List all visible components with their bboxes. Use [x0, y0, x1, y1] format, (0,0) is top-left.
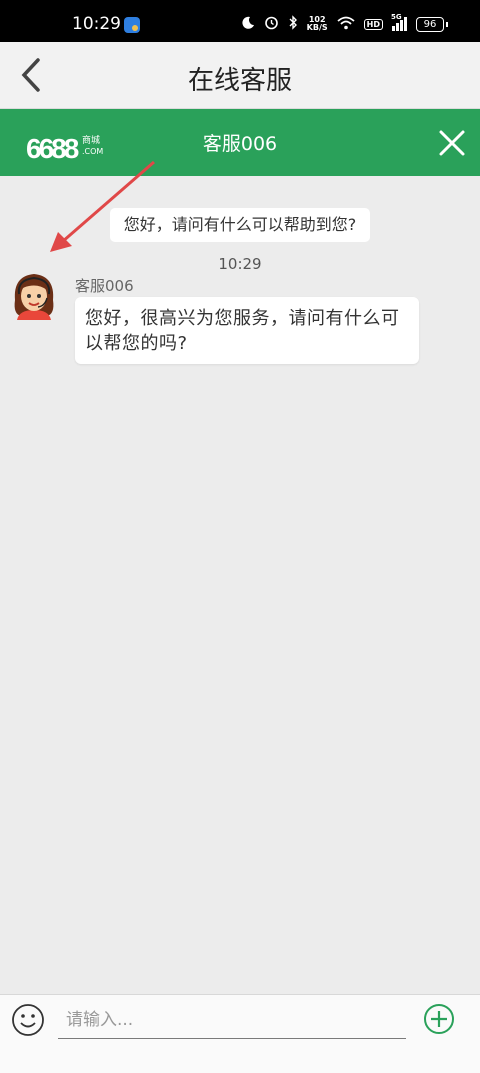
- hd-badge: HD: [363, 18, 383, 30]
- status-time: 10:29: [72, 14, 121, 34]
- system-message: 您好，请问有什么可以帮助到您?: [110, 208, 370, 242]
- agent-avatar[interactable]: [11, 270, 57, 320]
- page-title: 在线客服: [187, 66, 292, 96]
- smiley-icon: [12, 1004, 44, 1036]
- bluetooth-icon: [288, 15, 298, 33]
- title-bar: 在线客服: [0, 42, 480, 109]
- plus-circle-icon: [424, 1004, 454, 1034]
- message-input[interactable]: [58, 1001, 406, 1039]
- agent-bar: 6688 商城 .COM 客服006: [0, 109, 480, 176]
- status-bar: 10:29 102 KB/S HD 5G 96: [0, 0, 480, 42]
- close-button[interactable]: [438, 129, 466, 157]
- network-speed: 102 KB/S: [307, 16, 328, 32]
- status-icons: 102 KB/S HD 5G 96: [241, 13, 448, 34]
- signal-icon: 5G: [391, 13, 407, 31]
- add-button[interactable]: [423, 1003, 455, 1035]
- message-bubble: 您好，很高兴为您服务，请问有什么可以帮您的吗?: [75, 297, 419, 364]
- network-speed-unit: KB/S: [306, 23, 328, 32]
- alarm-icon: [264, 15, 279, 33]
- message-text: 您好，很高兴为您服务，请问有什么可以帮您的吗?: [85, 308, 400, 354]
- sender-name: 客服006: [75, 277, 134, 295]
- signal-label: 5G: [391, 13, 402, 21]
- moon-icon: [241, 16, 255, 33]
- battery-icon: 96: [416, 16, 448, 32]
- message-timestamp: 10:29: [218, 255, 262, 273]
- emoji-button[interactable]: [11, 1003, 45, 1037]
- close-icon: [439, 130, 465, 156]
- input-bar: [0, 994, 480, 1073]
- agent-avatar-icon: [14, 274, 54, 320]
- agent-title: 客服006: [202, 133, 278, 155]
- app-notification-icon: [124, 17, 140, 33]
- wifi-icon: [337, 16, 355, 33]
